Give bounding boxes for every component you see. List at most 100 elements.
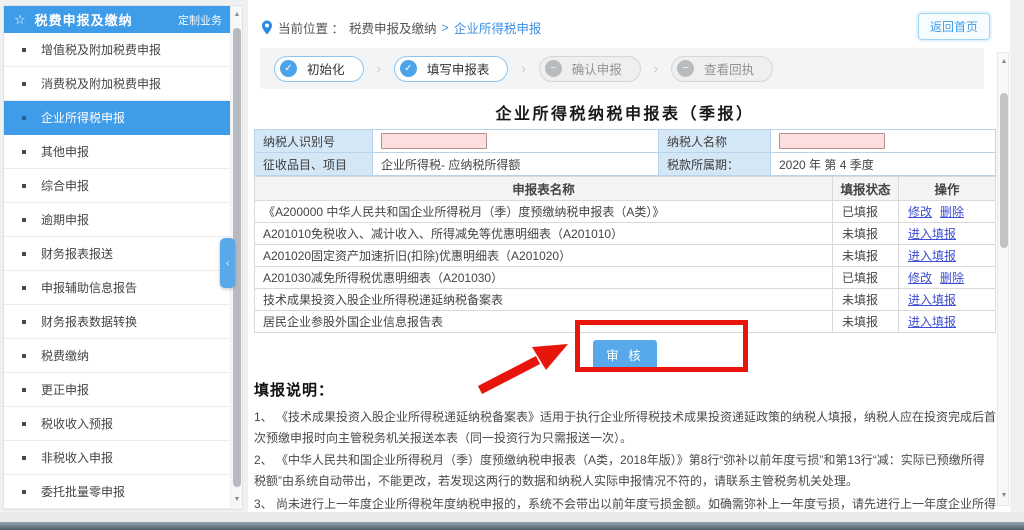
table-row: A201020固定资产加速折旧(扣除)优惠明细表（A201020） 未填报 进入… [255, 245, 996, 267]
notes-title: 填报说明： [254, 379, 996, 400]
table-row: A201030减免所得税优惠明细表（A201030） 已填报 修改删除 [255, 267, 996, 289]
taxpayer-id-cell [373, 130, 659, 153]
sidebar-item[interactable]: 消费税及附加税费申报 [4, 67, 232, 101]
levy-item-value: 企业所得税- 应纳税所得额 [373, 153, 659, 176]
step-separator-icon: › [521, 61, 525, 76]
row-action-link[interactable]: 删除 [940, 205, 964, 219]
sidebar-item-label: 增值税及附加税费申报 [41, 41, 161, 58]
sidebar-item-label: 其他申报 [41, 143, 89, 160]
note-item: 2、 《中华人民共和国企业所得税月（季）度预缴纳税申报表（A类，2018年版）》… [254, 450, 996, 491]
bullet-icon [22, 320, 26, 324]
operation-cell: 修改删除 [899, 267, 996, 289]
row-action-link[interactable]: 进入填报 [908, 249, 956, 263]
sidebar-item-label: 消费税及附加税费申报 [41, 75, 161, 92]
row-action-link[interactable]: 删除 [940, 271, 964, 285]
sidebar-item[interactable]: 其他申报 [4, 135, 232, 169]
sidebar-item[interactable]: 税费缴纳 [4, 339, 232, 373]
bottom-bar-dark [0, 522, 1024, 530]
levy-item-label: 征收品目、项目 [255, 153, 373, 176]
sidebar-menu: 增值税及附加税费申报 消费税及附加税费申报 企业所得税申报 其他申报 综合申报 … [4, 33, 232, 509]
main-scroll-up-icon[interactable]: ▲ [998, 55, 1010, 69]
taxpayer-name-cell [771, 130, 995, 153]
sidebar-item[interactable]: 综合申报 [4, 169, 232, 203]
step-pill[interactable]: ✓ 填写申报表 [394, 56, 509, 82]
audit-row: 审 核 [254, 333, 996, 370]
row-action-link[interactable]: 进入填报 [908, 315, 956, 329]
return-home-button[interactable]: 返回首页 [918, 13, 990, 40]
custom-business-link[interactable]: 定制业务 [178, 12, 222, 28]
sidebar-item[interactable]: 申报辅助信息报告 [4, 271, 232, 305]
col-header-operation: 操作 [899, 177, 996, 201]
fill-status-cell: 已填报 [833, 201, 899, 223]
bullet-icon [22, 388, 26, 392]
tax-period-value: 2020 年 第 4 季度 [771, 153, 995, 176]
taxpayer-id-label: 纳税人识别号 [255, 130, 373, 153]
step-pill[interactable]: − 查看回执 [671, 56, 773, 82]
step-state-icon: ✓ [400, 60, 417, 77]
taxpayer-info-grid: 纳税人识别号 纳税人名称 征收品目、项目 企业所得税- 应纳税所得额 税款所属期… [254, 129, 996, 176]
steps-bar: ✓ 初始化 › ✓ 填写申报表 › − 确认申报 › − 查看回执 [260, 48, 984, 89]
sidebar-item[interactable]: 财务报表报送 [4, 237, 232, 271]
breadcrumb: 当前位置 ： 税费申报及缴纳 > 企业所得税申报 [261, 18, 541, 37]
sidebar-item[interactable]: 财务报表数据转换 [4, 305, 232, 339]
step-label: 查看回执 [704, 59, 754, 78]
sidebar-collapse-handle[interactable]: ‹ [220, 238, 235, 288]
audit-button[interactable]: 审 核 [593, 340, 656, 369]
table-row: A201010免税收入、减计收入、所得减免等优惠明细表（A201010） 未填报… [255, 223, 996, 245]
step-pill[interactable]: ✓ 初始化 [274, 56, 364, 82]
step-pill[interactable]: − 确认申报 [539, 56, 641, 82]
forms-table-body: 《A200000 中华人民共和国企业所得税月（季）度预缴纳税申报表（A类）》 已… [255, 201, 996, 333]
sidebar-item[interactable]: 企业所得税申报 [4, 101, 232, 135]
breadcrumb-current-link[interactable]: 企业所得税申报 [454, 18, 542, 37]
col-header-form-name: 申报表名称 [255, 177, 833, 201]
sidebar-item[interactable]: 税收收入预报 [4, 407, 232, 441]
sidebar-item-label: 非税收入申报 [41, 449, 113, 466]
form-title: 企业所得税纳税申报表（季报） [254, 100, 996, 124]
step-state-icon: − [545, 60, 562, 77]
table-row: 《A200000 中华人民共和国企业所得税月（季）度预缴纳税申报表（A类）》 已… [255, 201, 996, 223]
fill-status-cell: 未填报 [833, 289, 899, 311]
form-name-cell: 《A200000 中华人民共和国企业所得税月（季）度预缴纳税申报表（A类）》 [255, 201, 833, 223]
operation-cell: 进入填报 [899, 223, 996, 245]
table-row: 居民企业参股外国企业信息报告表 未填报 进入填报 [255, 311, 996, 333]
sidebar-item[interactable]: 委托批量零申报 [4, 475, 232, 509]
bullet-icon [22, 354, 26, 358]
row-action-link[interactable]: 修改 [908, 205, 932, 219]
main-scrollbar-thumb[interactable] [1000, 93, 1008, 248]
bullet-icon [22, 286, 26, 290]
sidebar-item[interactable]: 逾期申报 [4, 203, 232, 237]
step-separator-icon: › [377, 61, 381, 76]
step-state-icon: ✓ [280, 60, 297, 77]
row-action-link[interactable]: 进入填报 [908, 227, 956, 241]
sidebar-item[interactable]: 增值税及附加税费申报 [4, 33, 232, 67]
bullet-icon [22, 116, 26, 120]
star-icon: ☆ [14, 12, 26, 28]
step-label: 确认申报 [572, 59, 622, 78]
bullet-icon [22, 48, 26, 52]
col-header-fill-status: 填报状态 [833, 177, 899, 201]
fill-status-cell: 未填报 [833, 245, 899, 267]
sidebar-item-label: 财务报表报送 [41, 245, 113, 262]
form-name-cell: A201010免税收入、减计收入、所得减免等优惠明细表（A201010） [255, 223, 833, 245]
step-separator-icon: › [654, 61, 658, 76]
taxpayer-name-input[interactable] [779, 133, 885, 149]
row-action-link[interactable]: 进入填报 [908, 293, 956, 307]
sidebar-item[interactable]: 更正申报 [4, 373, 232, 407]
bullet-icon [22, 456, 26, 460]
scroll-down-icon[interactable]: ▼ [231, 493, 243, 507]
scroll-up-icon[interactable]: ▲ [231, 8, 243, 22]
sidebar-title: 税费申报及缴纳 [35, 10, 178, 29]
step-state-icon: − [677, 60, 694, 77]
main-scrollbar[interactable]: ▲ ▼ [997, 52, 1009, 506]
taxpayer-id-input[interactable] [381, 133, 487, 149]
forms-table: 申报表名称 填报状态 操作 《A200000 中华人民共和国企业所得税月（季）度… [254, 176, 996, 333]
fill-status-cell: 未填报 [833, 311, 899, 333]
sidebar-item[interactable]: 非税收入申报 [4, 441, 232, 475]
location-pin-icon [261, 20, 273, 35]
breadcrumb-arrow: > [442, 21, 449, 35]
row-action-link[interactable]: 修改 [908, 271, 932, 285]
main-scroll-down-icon[interactable]: ▼ [998, 489, 1010, 503]
operation-cell: 进入填报 [899, 311, 996, 333]
sidebar-item-label: 税收收入预报 [41, 415, 113, 432]
step-label: 初始化 [307, 59, 345, 78]
